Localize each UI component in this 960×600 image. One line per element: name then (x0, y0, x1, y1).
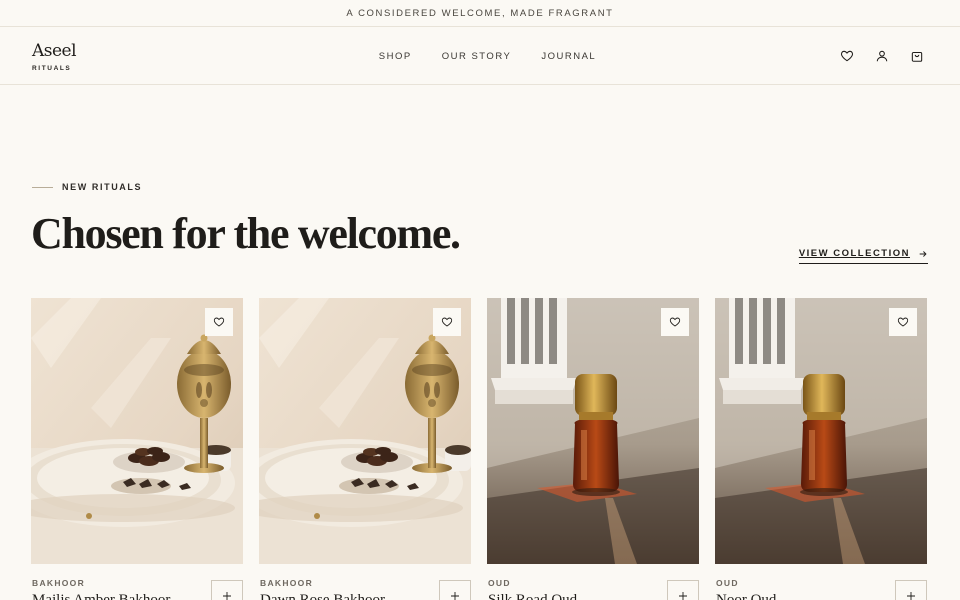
bakhoor-burner-image (259, 298, 471, 564)
wishlist-button[interactable] (889, 308, 917, 336)
arrow-right-icon (919, 250, 927, 257)
oud-bottle-image (487, 298, 699, 564)
view-collection-label: VIEW COLLECTION (798, 248, 910, 259)
bakhoor-burner-image (31, 298, 243, 564)
wishlist-button[interactable] (661, 308, 689, 336)
product-category: BAKHOOR (32, 578, 86, 588)
announcement-bar: A CONSIDERED WELCOME, MADE FRAGRANT (0, 0, 960, 27)
product-card[interactable]: OUD Noor Oud (715, 298, 927, 600)
heart-icon (897, 317, 909, 327)
section-eyebrow: NEW RITUALS (32, 182, 142, 192)
nav-item-journal[interactable]: JOURNAL (541, 51, 596, 62)
nav-item-our-story[interactable]: OUR STORY (442, 51, 512, 62)
product-name[interactable]: Majlis Amber Bakhoor (32, 592, 170, 600)
product-name[interactable]: Dawn Rose Bakhoor (260, 592, 385, 600)
view-collection-link[interactable]: VIEW COLLECTION (798, 248, 928, 264)
add-to-cart-button[interactable] (895, 580, 927, 600)
header-actions (838, 47, 926, 65)
eyebrow-divider (32, 186, 53, 188)
product-name[interactable]: Silk Road Oud (488, 592, 577, 600)
product-image[interactable] (31, 298, 243, 564)
add-to-cart-button[interactable] (667, 580, 699, 600)
heart-icon (213, 317, 225, 327)
eyebrow-label: NEW RITUALS (62, 182, 143, 192)
product-card[interactable]: OUD Silk Road Oud (487, 298, 699, 600)
add-to-cart-button[interactable] (439, 580, 471, 600)
product-name[interactable]: Noor Oud (716, 592, 776, 600)
product-image[interactable] (715, 298, 927, 564)
product-category: OUD (716, 578, 739, 588)
plus-icon (679, 592, 687, 600)
bag-icon[interactable] (908, 47, 926, 65)
heart-icon (441, 317, 453, 327)
section-title: Chosen for the welcome. (31, 209, 461, 258)
main-nav: SHOP OUR STORY JOURNAL (0, 27, 960, 85)
plus-icon (451, 592, 459, 600)
nav-item-shop[interactable]: SHOP (379, 51, 412, 62)
wishlist-button[interactable] (205, 308, 233, 336)
product-category: OUD (488, 578, 511, 588)
heart-icon[interactable] (838, 47, 856, 65)
product-meta: OUD Noor Oud (715, 564, 927, 600)
user-icon[interactable] (873, 47, 891, 65)
product-image[interactable] (487, 298, 699, 564)
product-category: BAKHOOR (260, 578, 314, 588)
add-to-cart-button[interactable] (211, 580, 243, 600)
product-card[interactable]: BAKHOOR Majlis Amber Bakhoor (31, 298, 243, 600)
product-card[interactable]: BAKHOOR Dawn Rose Bakhoor (259, 298, 471, 600)
product-meta: BAKHOOR Dawn Rose Bakhoor (259, 564, 471, 600)
plus-icon (907, 592, 915, 600)
plus-icon (223, 592, 231, 600)
heart-icon (669, 317, 681, 327)
wishlist-button[interactable] (433, 308, 461, 336)
oud-bottle-image (715, 298, 927, 564)
announcement-text: A CONSIDERED WELCOME, MADE FRAGRANT (346, 7, 614, 19)
product-meta: BAKHOOR Majlis Amber Bakhoor (31, 564, 243, 600)
product-image[interactable] (259, 298, 471, 564)
site-header: Aseel RITUALS SHOP OUR STORY JOURNAL (0, 27, 960, 85)
product-meta: OUD Silk Road Oud (487, 564, 699, 600)
product-grid: BAKHOOR Majlis Amber Bakhoor BAKHOOR Daw… (31, 298, 927, 600)
